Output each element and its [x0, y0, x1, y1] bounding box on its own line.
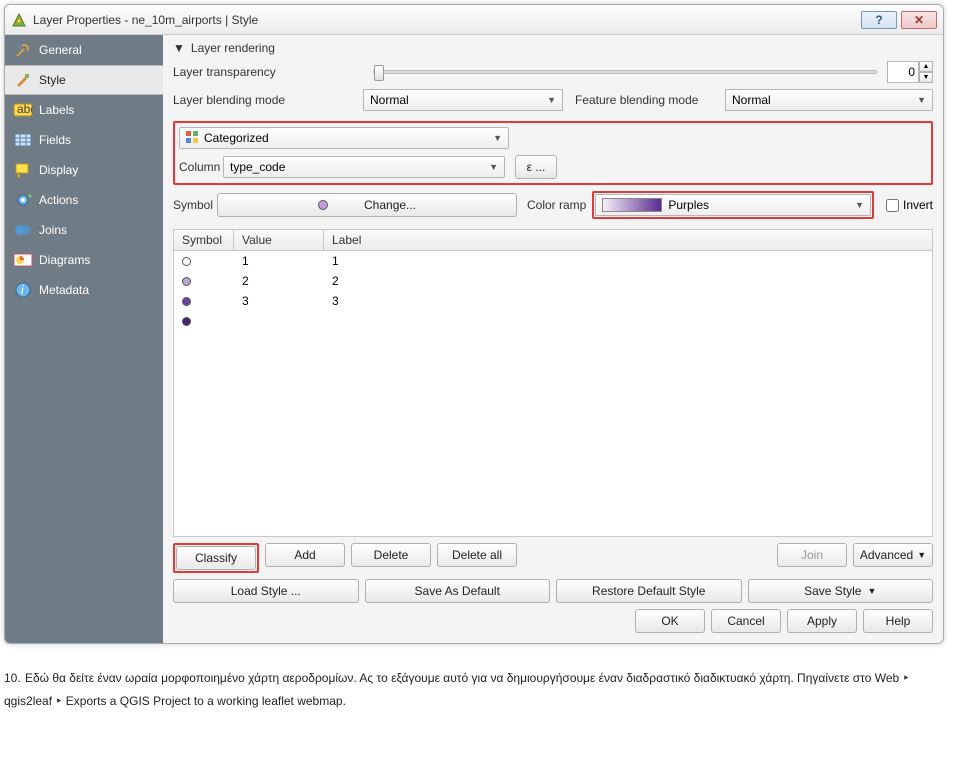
sidebar-item-fields[interactable]: Fields	[5, 125, 163, 155]
layer-blend-label: Layer blending mode	[173, 93, 363, 107]
colorramp-combo[interactable]: Purples▼	[595, 194, 871, 216]
close-window-button[interactable]: ✕	[901, 11, 937, 29]
transparency-value[interactable]: 0	[887, 61, 919, 83]
display-icon	[13, 161, 33, 179]
transparency-slider[interactable]	[373, 70, 877, 74]
titlebar: Layer Properties - ne_10m_airports | Sty…	[5, 5, 943, 35]
join-button[interactable]: Join	[777, 543, 847, 567]
sidebar-label: General	[39, 43, 82, 57]
change-symbol-button[interactable]: Change...	[217, 193, 517, 217]
table-row: 33	[174, 291, 932, 311]
column-label: Column	[179, 160, 223, 174]
sidebar-label: Labels	[39, 103, 74, 117]
svg-text:i: i	[21, 283, 24, 297]
gear-icon	[13, 191, 33, 209]
purples-gradient-icon	[602, 198, 662, 212]
help-button[interactable]: Help	[863, 609, 933, 633]
app-icon	[11, 12, 27, 28]
table-row	[174, 311, 932, 331]
info-icon: i	[13, 281, 33, 299]
main-panel: ▼ Layer rendering Layer transparency 0 ▲…	[163, 35, 943, 643]
joins-icon	[13, 221, 33, 239]
category-table[interactable]: 11 22 33	[173, 251, 933, 537]
transparency-spin[interactable]: ▲▼	[919, 61, 933, 83]
feature-blend-label: Feature blending mode	[575, 93, 725, 107]
sidebar-label: Display	[39, 163, 78, 177]
sidebar-item-style[interactable]: Style	[5, 65, 163, 95]
sidebar-item-display[interactable]: Display	[5, 155, 163, 185]
table-row: 11	[174, 251, 932, 271]
help-window-button[interactable]: ?	[861, 11, 897, 29]
collapse-triangle-icon: ▼	[173, 41, 185, 55]
layer-blend-combo[interactable]: Normal▼	[363, 89, 563, 111]
table-row: 22	[174, 271, 932, 291]
layer-properties-window: Layer Properties - ne_10m_airports | Sty…	[4, 4, 944, 644]
window-title: Layer Properties - ne_10m_airports | Sty…	[33, 13, 857, 27]
save-as-default-button[interactable]: Save As Default	[365, 579, 551, 603]
sidebar: General Style abc Labels Fields Display …	[5, 35, 163, 643]
column-combo[interactable]: type_code▼	[223, 156, 505, 178]
add-button[interactable]: Add	[265, 543, 345, 567]
sidebar-item-general[interactable]: General	[5, 35, 163, 65]
category-table-header: Symbol Value Label	[173, 229, 933, 251]
colorramp-label: Color ramp	[527, 198, 586, 212]
categorized-icon	[186, 131, 198, 146]
transparency-label: Layer transparency	[173, 65, 363, 79]
svg-text:abc: abc	[17, 103, 33, 116]
symbol-label: Symbol	[173, 198, 217, 212]
sidebar-label: Metadata	[39, 283, 89, 297]
cancel-button[interactable]: Cancel	[711, 609, 781, 633]
ok-button[interactable]: OK	[635, 609, 705, 633]
feature-blend-combo[interactable]: Normal▼	[725, 89, 933, 111]
labels-icon: abc	[13, 101, 33, 119]
diagrams-icon	[13, 251, 33, 269]
layer-rendering-header[interactable]: ▼ Layer rendering	[173, 41, 933, 55]
table-icon	[13, 131, 33, 149]
advanced-button[interactable]: Advanced▼	[853, 543, 933, 567]
categorized-group-highlight: Categorized▼ Column type_code▼ ε ...	[173, 121, 933, 185]
symbol-preview-icon	[318, 200, 328, 210]
sidebar-label: Joins	[39, 223, 67, 237]
expression-button[interactable]: ε ...	[515, 155, 557, 179]
sidebar-label: Diagrams	[39, 253, 90, 267]
restore-default-button[interactable]: Restore Default Style	[556, 579, 742, 603]
save-style-button[interactable]: Save Style▼	[748, 579, 934, 603]
delete-all-button[interactable]: Delete all	[437, 543, 517, 567]
classify-button[interactable]: Classify	[176, 546, 256, 570]
sidebar-item-joins[interactable]: Joins	[5, 215, 163, 245]
apply-button[interactable]: Apply	[787, 609, 857, 633]
sidebar-item-actions[interactable]: Actions	[5, 185, 163, 215]
delete-button[interactable]: Delete	[351, 543, 431, 567]
sidebar-label: Actions	[39, 193, 78, 207]
sidebar-label: Style	[39, 73, 66, 87]
instruction-caption: 10. Εδώ θα δείτε έναν ωραία μορφοποιημέν…	[0, 648, 960, 712]
renderer-type-combo[interactable]: Categorized▼	[179, 127, 509, 149]
sidebar-item-diagrams[interactable]: Diagrams	[5, 245, 163, 275]
brush-icon	[13, 71, 33, 89]
sidebar-label: Fields	[39, 133, 71, 147]
wrench-icon	[13, 41, 33, 59]
sidebar-item-metadata[interactable]: i Metadata	[5, 275, 163, 305]
load-style-button[interactable]: Load Style ...	[173, 579, 359, 603]
invert-checkbox[interactable]: Invert	[882, 196, 933, 215]
sidebar-item-labels[interactable]: abc Labels	[5, 95, 163, 125]
